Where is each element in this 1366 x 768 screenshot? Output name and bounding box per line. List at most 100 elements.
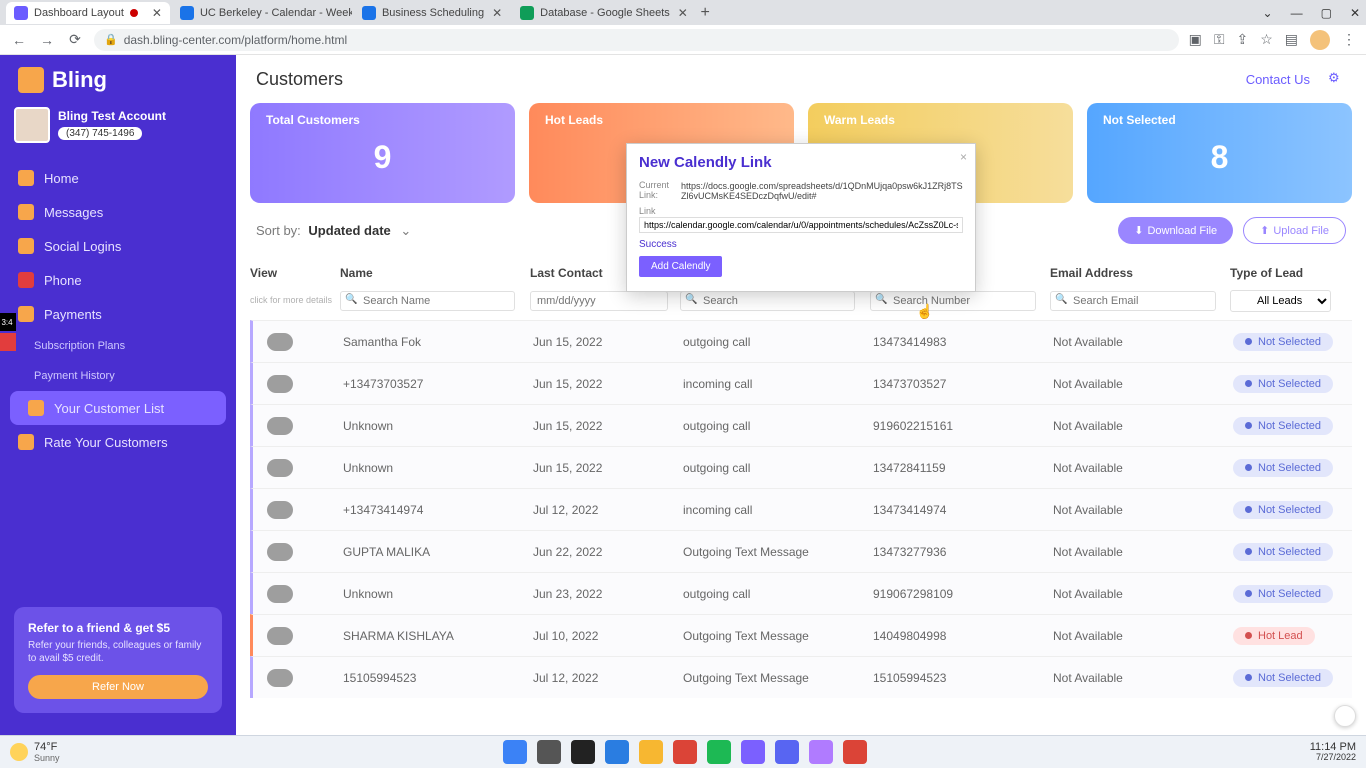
explorer-icon[interactable] bbox=[639, 740, 663, 764]
menu-icon[interactable]: ⋮ bbox=[1342, 31, 1356, 48]
cell-date: Jul 12, 2022 bbox=[533, 671, 683, 685]
sidebar-item-payment-history[interactable]: Payment History bbox=[0, 361, 236, 391]
sort-by[interactable]: Sort by: Updated date ⌄ bbox=[256, 223, 411, 239]
side-panel-icon[interactable]: ▤ bbox=[1285, 31, 1298, 48]
tab-database-sheets[interactable]: Database - Google Sheets ✕ bbox=[512, 2, 692, 24]
sidebar-item-home[interactable]: Home bbox=[0, 161, 236, 195]
reload-button[interactable]: ⟳ bbox=[66, 31, 84, 48]
sidebar-item-social-logins[interactable]: Social Logins bbox=[0, 229, 236, 263]
view-icon[interactable] bbox=[267, 375, 293, 393]
back-button[interactable]: ← bbox=[10, 32, 28, 48]
account-block[interactable]: Bling Test Account (347) 745-1496 bbox=[0, 107, 236, 161]
notification-bell-icon[interactable] bbox=[1334, 705, 1356, 727]
column-header[interactable]: View bbox=[250, 266, 340, 280]
forward-button[interactable]: → bbox=[38, 32, 56, 48]
sidebar-item-phone[interactable]: Phone bbox=[0, 263, 236, 297]
contact-us-link[interactable]: Contact Us bbox=[1246, 72, 1310, 87]
taskbar-apps bbox=[503, 740, 867, 764]
search-icon[interactable] bbox=[537, 740, 561, 764]
gear-icon[interactable]: ⚙ bbox=[1328, 70, 1346, 88]
cell-phone: 13472841159 bbox=[873, 461, 1053, 475]
window-maximize-icon[interactable]: ▢ bbox=[1321, 6, 1332, 20]
search-source-input[interactable] bbox=[680, 291, 855, 311]
lead-badge[interactable]: Not Selected bbox=[1233, 585, 1333, 603]
lead-filter-select[interactable]: All Leads bbox=[1230, 290, 1331, 312]
link-input[interactable] bbox=[639, 217, 963, 233]
table-row: Samantha FokJun 15, 2022outgoing call134… bbox=[250, 320, 1352, 362]
lead-badge[interactable]: Not Selected bbox=[1233, 669, 1333, 687]
app-icon-2[interactable] bbox=[809, 740, 833, 764]
task-view-icon[interactable] bbox=[571, 740, 595, 764]
system-clock[interactable]: 11:14 PM 7/27/2022 bbox=[1310, 741, 1356, 763]
sidebar-item-subscription-plans[interactable]: Subscription Plans bbox=[0, 331, 236, 361]
search-email-input[interactable] bbox=[1050, 291, 1216, 311]
nav-icon bbox=[18, 272, 34, 288]
stat-card-total-customers[interactable]: Total Customers9 bbox=[250, 103, 515, 203]
button-label: Download File bbox=[1147, 225, 1217, 237]
lead-badge[interactable]: Hot Lead bbox=[1233, 627, 1315, 645]
camera-icon[interactable]: ▣ bbox=[1189, 31, 1202, 48]
column-header[interactable]: Type of Lead bbox=[1230, 266, 1340, 280]
view-icon[interactable] bbox=[267, 543, 293, 561]
table-row: GUPTA MALIKAJun 22, 2022Outgoing Text Me… bbox=[250, 530, 1352, 572]
discord-icon[interactable] bbox=[775, 740, 799, 764]
chevron-down-icon[interactable]: ⌄ bbox=[1263, 6, 1273, 20]
close-icon[interactable]: ✕ bbox=[492, 6, 502, 20]
weather-widget[interactable]: 74°F Sunny bbox=[10, 741, 60, 763]
chrome-icon-2[interactable] bbox=[843, 740, 867, 764]
column-header[interactable]: Email Address bbox=[1050, 266, 1230, 280]
refer-button[interactable]: Refer Now bbox=[28, 675, 208, 699]
lead-badge[interactable]: Not Selected bbox=[1233, 501, 1333, 519]
start-icon[interactable] bbox=[503, 740, 527, 764]
view-icon[interactable] bbox=[267, 585, 293, 603]
key-icon[interactable]: ⚿ bbox=[1214, 31, 1225, 48]
lead-badge[interactable]: Not Selected bbox=[1233, 333, 1333, 351]
status-dot-icon bbox=[1245, 422, 1252, 429]
address-bar[interactable]: 🔒 dash.bling-center.com/platform/home.ht… bbox=[94, 29, 1179, 51]
cell-phone: 13473414974 bbox=[873, 503, 1053, 517]
upload-file-button[interactable]: ⬆ Upload File bbox=[1243, 217, 1346, 244]
cell-name: Unknown bbox=[343, 587, 533, 601]
profile-avatar-icon[interactable] bbox=[1310, 30, 1330, 50]
favicon-bling bbox=[14, 6, 28, 20]
add-calendly-button[interactable]: Add Calendly bbox=[639, 256, 722, 277]
download-file-button[interactable]: ⬇ Download File bbox=[1118, 217, 1233, 244]
view-icon[interactable] bbox=[267, 669, 293, 687]
view-icon[interactable] bbox=[267, 417, 293, 435]
app-icon[interactable] bbox=[741, 740, 765, 764]
chrome-icon[interactable] bbox=[673, 740, 697, 764]
lead-badge[interactable]: Not Selected bbox=[1233, 543, 1333, 561]
tab-dashboard[interactable]: Dashboard Layout ✕ bbox=[6, 2, 170, 24]
stat-card-not-selected[interactable]: Not Selected8 bbox=[1087, 103, 1352, 203]
date-input[interactable] bbox=[530, 291, 668, 311]
share-icon[interactable]: ⇪ bbox=[1236, 31, 1248, 48]
search-name-input[interactable] bbox=[340, 291, 515, 311]
window-minimize-icon[interactable]: — bbox=[1291, 6, 1303, 20]
close-icon[interactable]: × bbox=[960, 150, 967, 164]
search-phone-input[interactable] bbox=[870, 291, 1036, 311]
sidebar-item-label: Phone bbox=[44, 273, 82, 288]
new-tab-button[interactable]: + bbox=[694, 4, 716, 22]
close-icon[interactable]: ✕ bbox=[152, 6, 162, 20]
bookmark-icon[interactable]: ☆ bbox=[1260, 31, 1273, 48]
view-icon[interactable] bbox=[267, 627, 293, 645]
close-icon[interactable]: ✕ bbox=[678, 6, 688, 20]
edge-icon[interactable] bbox=[605, 740, 629, 764]
view-icon[interactable] bbox=[267, 459, 293, 477]
view-icon[interactable] bbox=[267, 501, 293, 519]
tab-ucberkeley[interactable]: UC Berkeley - Calendar - Week o… ✕ bbox=[172, 2, 352, 24]
lead-badge[interactable]: Not Selected bbox=[1233, 375, 1333, 393]
spotify-icon[interactable] bbox=[707, 740, 731, 764]
sidebar-item-payments[interactable]: Payments bbox=[0, 297, 236, 331]
view-icon[interactable] bbox=[267, 333, 293, 351]
sidebar-item-messages[interactable]: Messages bbox=[0, 195, 236, 229]
lead-badge[interactable]: Not Selected bbox=[1233, 417, 1333, 435]
window-close-icon[interactable]: ✕ bbox=[1350, 6, 1360, 20]
status-dot-icon bbox=[1245, 548, 1252, 555]
column-header[interactable]: Name bbox=[340, 266, 530, 280]
sidebar-item-rate-your-customers[interactable]: Rate Your Customers bbox=[0, 425, 236, 459]
cell-date: Jun 15, 2022 bbox=[533, 461, 683, 475]
tab-business-scheduling[interactable]: Business Scheduling ✕ bbox=[354, 2, 510, 24]
sidebar-item-your-customer-list[interactable]: Your Customer List bbox=[10, 391, 226, 425]
lead-badge[interactable]: Not Selected bbox=[1233, 459, 1333, 477]
